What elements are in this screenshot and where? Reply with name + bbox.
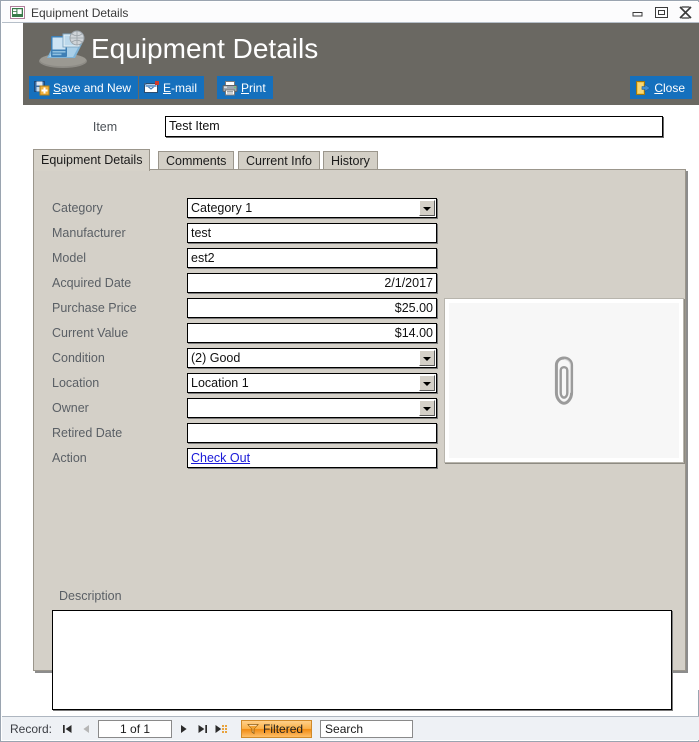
search-input[interactable]: Search (320, 719, 414, 738)
chevron-down-icon[interactable] (419, 375, 435, 391)
email-icon (144, 80, 160, 96)
owner-combobox[interactable] (187, 398, 437, 418)
condition-value: (2) Good (191, 351, 241, 365)
action-label: Action (52, 451, 87, 465)
field-row-acquired-date: Acquired Date 2/1/2017 (34, 273, 685, 298)
field-row-category: Category Category 1 (34, 198, 685, 223)
description-label: Description (59, 589, 122, 603)
printer-icon (222, 80, 238, 96)
save-new-icon (34, 80, 50, 96)
close-button[interactable]: Close (630, 76, 692, 99)
attachment-control[interactable] (444, 298, 684, 463)
item-label: Item (92, 120, 118, 134)
model-input[interactable]: est2 (187, 248, 437, 268)
paperclip-icon (551, 354, 577, 408)
current-value-value: $14.00 (394, 326, 433, 340)
record-position-value: 1 of 1 (120, 721, 151, 736)
item-input[interactable]: Test Item (165, 116, 663, 137)
close-icon[interactable] (678, 6, 693, 19)
description-textarea[interactable] (52, 610, 672, 710)
category-combobox[interactable]: Category 1 (187, 198, 437, 218)
minimize-icon[interactable] (630, 6, 645, 19)
current-value-label: Current Value (52, 326, 129, 340)
window-titlebar: Equipment Details (2, 2, 699, 23)
chevron-down-icon[interactable] (419, 350, 435, 366)
manufacturer-input[interactable]: test (187, 223, 437, 243)
window-controls (630, 6, 693, 19)
action-field[interactable]: Check Out (187, 448, 437, 468)
model-value: est2 (191, 251, 215, 265)
window-frame: Equipment Details Equipment Details Save… (0, 0, 699, 742)
form-header: Equipment Details Save and New E-mail Pr… (23, 23, 699, 105)
field-row-model: Model est2 (34, 248, 685, 273)
acquired-date-value: 2/1/2017 (384, 276, 433, 290)
funnel-icon (247, 723, 259, 735)
close-door-icon (635, 80, 651, 96)
condition-combobox[interactable]: (2) Good (187, 348, 437, 368)
first-record-icon[interactable] (58, 720, 77, 738)
tab-history[interactable]: History (323, 151, 378, 170)
manufacturer-label: Manufacturer (52, 226, 126, 240)
location-combobox[interactable]: Location 1 (187, 373, 437, 393)
search-value: Search (325, 721, 364, 736)
check-out-link[interactable]: Check Out (191, 449, 433, 467)
last-record-icon[interactable] (193, 720, 212, 738)
filter-label: Filtered (263, 721, 304, 736)
tab-panel-equipment-details: Category Category 1 Manufacturer test Mo… (33, 169, 686, 710)
email-label: E-mail (163, 80, 198, 95)
chevron-down-icon[interactable] (419, 400, 435, 416)
print-button[interactable]: Print (217, 76, 273, 99)
record-position-input[interactable]: 1 of 1 (98, 719, 173, 738)
field-row-manufacturer: Manufacturer test (34, 223, 685, 248)
window-title: Equipment Details (31, 6, 129, 20)
equipment-computer-icon (33, 28, 89, 70)
filter-toggle-button[interactable]: Filtered (241, 719, 313, 738)
purchase-price-value: $25.00 (394, 301, 433, 315)
save-and-new-label: Save and New (53, 80, 132, 95)
chevron-down-icon[interactable] (419, 200, 435, 216)
form-view-icon (10, 6, 25, 19)
location-value: Location 1 (191, 376, 249, 390)
category-value: Category 1 (191, 201, 253, 215)
save-and-new-button[interactable]: Save and New (29, 76, 139, 99)
tab-comments[interactable]: Comments (158, 151, 235, 170)
purchase-price-label: Purchase Price (52, 301, 137, 315)
retired-date-label: Retired Date (52, 426, 123, 440)
print-label: Print (241, 80, 266, 95)
page-title: Equipment Details (91, 33, 319, 64)
location-label: Location (52, 376, 100, 390)
current-value-input[interactable]: $14.00 (187, 323, 437, 343)
restore-icon[interactable] (654, 6, 669, 19)
form-body: Item Test Item Equipment Details Comment… (23, 105, 699, 710)
retired-date-input[interactable] (187, 423, 437, 443)
tab-current-info[interactable]: Current Info (238, 151, 321, 170)
manufacturer-value: test (191, 226, 212, 240)
previous-record-icon[interactable] (77, 720, 96, 738)
new-record-icon[interactable] (212, 720, 231, 738)
owner-label: Owner (52, 401, 89, 415)
category-label: Category (52, 201, 103, 215)
close-label: Close (654, 80, 685, 95)
access-form-window: Equipment Details Equipment Details Save… (0, 0, 699, 742)
item-value: Test Item (169, 119, 220, 133)
record-navigator: Record: 1 of 1 Filtered Search (2, 716, 699, 740)
condition-label: Condition (52, 351, 105, 365)
model-label: Model (52, 251, 87, 265)
email-button[interactable]: E-mail (139, 76, 205, 99)
acquired-date-label: Acquired Date (52, 276, 132, 290)
record-label: Record: (10, 721, 53, 736)
tab-strip: Equipment Details Comments Current Info … (33, 149, 686, 171)
purchase-price-input[interactable]: $25.00 (187, 298, 437, 318)
next-record-icon[interactable] (174, 720, 193, 738)
acquired-date-input[interactable]: 2/1/2017 (187, 273, 437, 293)
tab-equipment-details[interactable]: Equipment Details (33, 149, 151, 171)
